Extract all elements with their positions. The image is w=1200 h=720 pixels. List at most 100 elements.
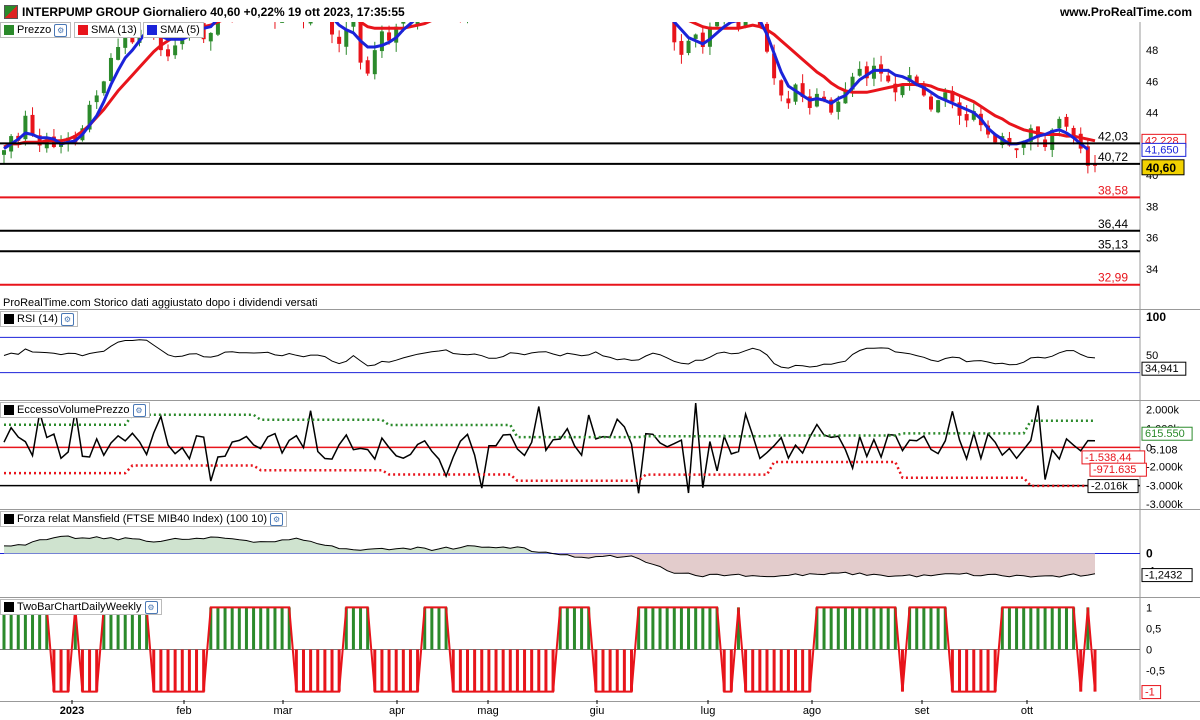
twobar-bar bbox=[836, 607, 840, 650]
twobar-bar bbox=[708, 607, 712, 650]
candle-body bbox=[1014, 148, 1019, 151]
x-axis-label: apr bbox=[389, 705, 405, 717]
legend-volume-label: EccessoVolumePrezzo bbox=[17, 404, 130, 416]
wrench-icon[interactable]: ⚙ bbox=[60, 312, 74, 326]
candle-body bbox=[757, 22, 762, 26]
candle-body bbox=[173, 45, 178, 56]
twobar-bar bbox=[601, 649, 605, 692]
twobar-bar bbox=[59, 649, 63, 692]
volume-tick-label: -2.000k bbox=[1146, 461, 1183, 473]
volume-tag-3: 5.108 bbox=[1150, 444, 1178, 456]
twobar-bar bbox=[915, 607, 919, 650]
twobar-bar bbox=[929, 607, 933, 650]
candle-body bbox=[101, 81, 106, 94]
twobar-bar bbox=[622, 649, 626, 692]
candle-body bbox=[608, 0, 612, 6]
candle-body bbox=[779, 80, 784, 96]
twobar-bar bbox=[865, 607, 869, 650]
candle-body bbox=[116, 47, 121, 60]
twobar-bar bbox=[515, 649, 519, 692]
twobar-bar bbox=[665, 607, 669, 650]
twobar-bar bbox=[843, 607, 847, 650]
rsi-value-tag: 34,941 bbox=[1145, 363, 1179, 375]
twobar-bar bbox=[1029, 607, 1033, 650]
candle-body bbox=[672, 22, 677, 43]
candle-body bbox=[108, 57, 113, 82]
volume-tag-2: 615.550 bbox=[1145, 428, 1185, 440]
candle-body bbox=[423, 2, 427, 11]
twobar-bar bbox=[330, 649, 334, 692]
mansfield-tick-label: 0 bbox=[1146, 547, 1153, 561]
candle-body bbox=[743, 22, 748, 28]
twobar-bar bbox=[965, 649, 969, 692]
level-label: 42,03 bbox=[1098, 129, 1128, 143]
candle-body bbox=[372, 50, 377, 75]
twobar-bar bbox=[266, 607, 270, 650]
wrench-icon[interactable]: ⚙ bbox=[144, 600, 158, 614]
candle-body bbox=[928, 96, 933, 110]
x-axis-label: set bbox=[915, 705, 930, 717]
twobar-tick-label: 0,5 bbox=[1146, 623, 1161, 635]
candle-body bbox=[430, 4, 434, 10]
candle-body bbox=[230, 1, 234, 15]
prezzo-swatch-icon bbox=[4, 25, 14, 35]
mansfield-value-tag: -1,2432 bbox=[1145, 570, 1182, 582]
sma5-value-tag: 41,650 bbox=[1145, 144, 1179, 156]
price-tick-label: 36 bbox=[1146, 233, 1158, 245]
twobar-bar bbox=[872, 607, 876, 650]
candle-body bbox=[351, 22, 356, 27]
legend-prezzo[interactable]: Prezzo ⚙ bbox=[0, 22, 72, 38]
twobar-bar bbox=[408, 649, 412, 692]
candle-body bbox=[223, 3, 227, 11]
rsi-swatch-icon bbox=[4, 314, 14, 324]
twobar-bar bbox=[494, 649, 498, 692]
twobar-bar bbox=[986, 649, 990, 692]
twobar-bar bbox=[694, 607, 698, 650]
candle-body bbox=[615, 0, 619, 5]
legend-rsi[interactable]: RSI (14) ⚙ bbox=[0, 311, 78, 327]
twobar-bar bbox=[223, 607, 227, 650]
legend-sma13[interactable]: SMA (13) bbox=[74, 22, 141, 38]
candle-body bbox=[637, 3, 641, 14]
wrench-icon[interactable]: ⚙ bbox=[132, 403, 146, 417]
legend-mansfield[interactable]: Forza relat Mansfield (FTSE MIB40 Index)… bbox=[0, 511, 288, 527]
legend-sma5[interactable]: SMA (5) bbox=[143, 22, 204, 38]
twobar-bar bbox=[822, 607, 826, 650]
volume-line bbox=[3, 403, 1096, 494]
candle-body bbox=[408, 13, 412, 22]
twobar-bar bbox=[687, 607, 691, 650]
twobar-bar bbox=[487, 649, 491, 692]
twobar-bar bbox=[508, 649, 512, 692]
wrench-icon[interactable]: ⚙ bbox=[54, 23, 68, 37]
candle-body bbox=[316, 0, 320, 4]
twobar-bar bbox=[751, 649, 755, 692]
chart-canvas[interactable]: 343638404244464842,0340,7238,5836,4435,1… bbox=[0, 0, 1200, 720]
legend-sma13-label: SMA (13) bbox=[91, 24, 137, 36]
level-label: 32,99 bbox=[1098, 271, 1128, 285]
candle-body bbox=[722, 9, 726, 20]
x-axis-label: 2023 bbox=[60, 705, 84, 717]
candle-body bbox=[1064, 116, 1069, 127]
candle-body bbox=[266, 2, 270, 13]
twobar-bar bbox=[786, 649, 790, 692]
twobar-bar bbox=[88, 649, 92, 692]
twobar-bar bbox=[301, 649, 305, 692]
candle-body bbox=[365, 60, 370, 74]
twobar-bar bbox=[316, 649, 320, 692]
legend-twobar[interactable]: TwoBarChartDailyWeekly ⚙ bbox=[0, 599, 162, 615]
wrench-icon[interactable]: ⚙ bbox=[270, 512, 284, 526]
volume-tick-label: -3.000k bbox=[1146, 499, 1183, 511]
legend-mansfield-label: Forza relat Mansfield (FTSE MIB40 Index)… bbox=[17, 513, 268, 525]
candle-body bbox=[886, 75, 891, 82]
candle-body bbox=[465, 0, 469, 17]
volume-tick-label: -3.000k bbox=[1146, 480, 1183, 492]
twobar-bar bbox=[394, 649, 398, 692]
twobar-bar bbox=[936, 607, 940, 650]
twobar-bar bbox=[195, 649, 199, 692]
candle-body bbox=[287, 0, 291, 5]
candle-body bbox=[458, 5, 462, 16]
twobar-bar bbox=[572, 607, 576, 650]
legend-volume[interactable]: EccessoVolumePrezzo ⚙ bbox=[0, 402, 150, 418]
candle-body bbox=[30, 114, 35, 135]
twobar-tick-label: -0,5 bbox=[1146, 666, 1165, 678]
